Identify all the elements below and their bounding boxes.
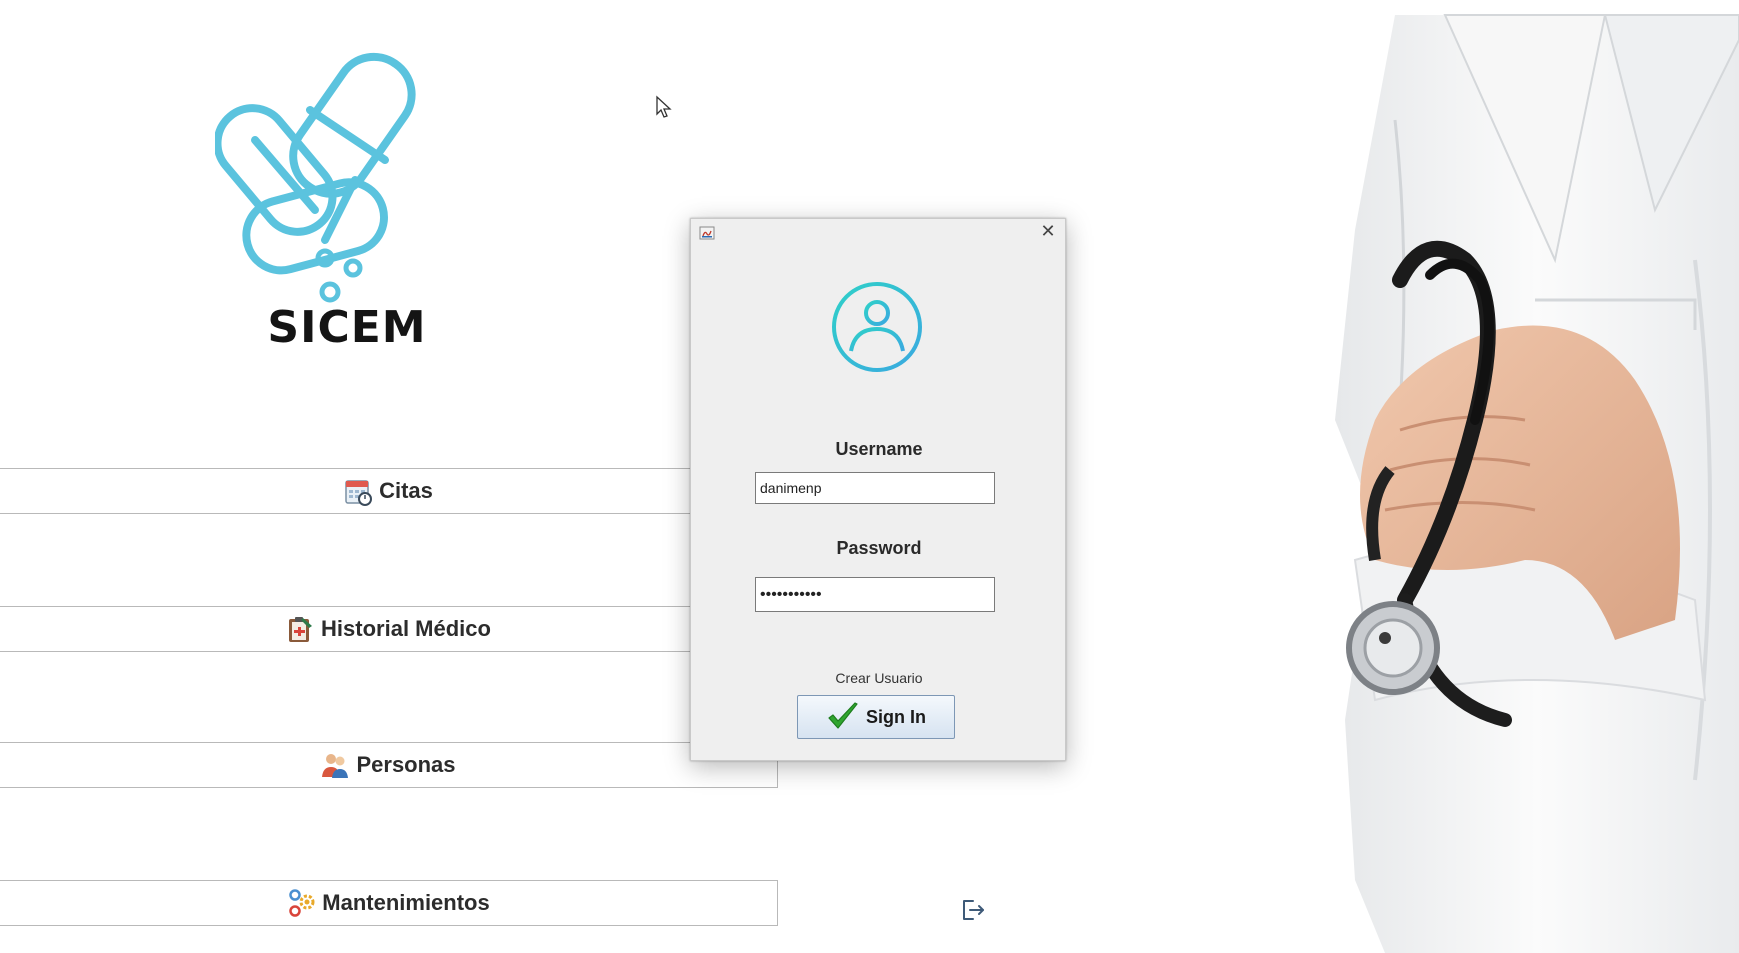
logout-icon[interactable] (958, 896, 986, 924)
historial-medico-button[interactable]: Historial Médico (0, 606, 778, 652)
app-title: SICEM (267, 302, 427, 353)
login-dialog: ✕ Username Password Crear Usuario Sign I… (690, 218, 1066, 761)
mantenimientos-label: Mantenimientos (322, 890, 490, 915)
java-window-icon (699, 226, 715, 240)
historial-medico-label: Historial Médico (321, 616, 491, 641)
user-avatar-icon (832, 282, 922, 372)
sign-in-button[interactable]: Sign In (797, 695, 955, 739)
citas-label: Citas (379, 478, 433, 503)
password-input[interactable] (755, 577, 995, 612)
doctor-image (1335, 14, 1739, 953)
main-window: SICEM Citas Historial Médico Personas Ma… (0, 0, 1739, 953)
calendar-icon (345, 480, 373, 506)
people-icon (322, 754, 349, 778)
sign-in-label: Sign In (866, 706, 926, 727)
password-label: Password (836, 538, 922, 558)
gears-icon (289, 889, 315, 917)
username-label: Username (835, 439, 923, 459)
close-icon[interactable]: ✕ (1037, 221, 1059, 243)
personas-label: Personas (356, 752, 456, 777)
username-input[interactable] (755, 472, 995, 504)
medical-history-icon (289, 617, 313, 642)
checkmark-icon (828, 702, 858, 729)
citas-button[interactable]: Citas (0, 468, 778, 514)
sicem-logo (215, 52, 416, 303)
crear-usuario-link[interactable]: Crear Usuario (691, 670, 1067, 686)
mantenimientos-button[interactable]: Mantenimientos (0, 880, 778, 926)
mouse-cursor-icon (656, 95, 672, 118)
personas-button[interactable]: Personas (0, 742, 778, 788)
